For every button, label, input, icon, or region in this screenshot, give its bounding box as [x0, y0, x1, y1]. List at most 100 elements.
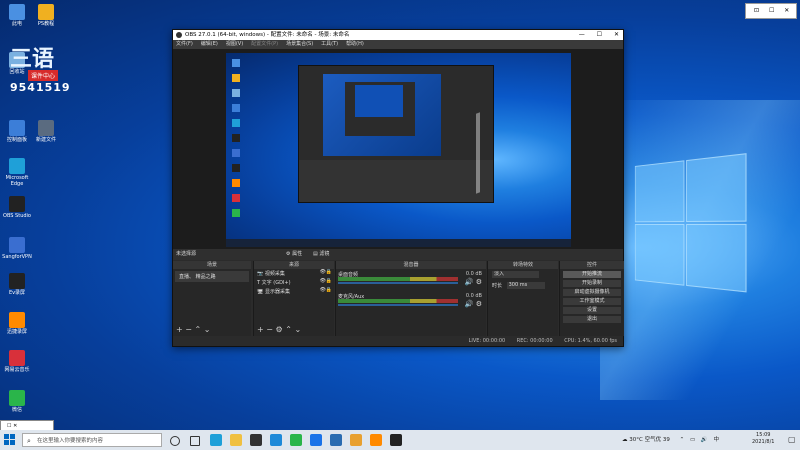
mixer-title: 混音器	[336, 261, 486, 269]
app-icon	[9, 390, 25, 406]
desktop-icon[interactable]: SangforVPN	[0, 237, 34, 260]
app-icon[interactable]	[370, 434, 382, 446]
tray-chevron-icon[interactable]: ⌃	[680, 437, 685, 443]
app-icon[interactable]	[330, 434, 342, 446]
gear-icon[interactable]: ⚙	[276, 325, 283, 334]
properties-label: 属性	[292, 251, 303, 257]
add-icon[interactable]: +	[257, 325, 264, 334]
browser-icon[interactable]	[270, 434, 282, 446]
desktop-icon[interactable]: OBS Studio	[0, 196, 34, 219]
store-icon[interactable]	[250, 434, 262, 446]
control-button[interactable]: 退出	[563, 316, 621, 323]
no-source-label: 未选择源	[176, 251, 197, 257]
add-icon[interactable]: +	[176, 325, 183, 334]
remove-icon[interactable]: −	[185, 325, 192, 334]
menu-item[interactable]: 文件(F)	[176, 41, 193, 47]
mini-window-controls[interactable]: ⊡ ☐ ✕	[745, 3, 797, 19]
volume-slider[interactable]	[338, 282, 458, 284]
desktop-icon[interactable]: 微信	[0, 390, 34, 413]
obs-logo-icon	[176, 32, 182, 38]
menu-item[interactable]: 帮助(H)	[346, 41, 364, 47]
clock-date: 2021/8/1	[752, 439, 775, 445]
app-icon[interactable]	[310, 434, 322, 446]
source-name: 显示器采集	[264, 289, 290, 295]
control-button[interactable]: 开始推流	[563, 271, 621, 278]
lock-icon[interactable]: 🔒	[326, 287, 332, 293]
network-icon[interactable]: ▭	[690, 437, 695, 443]
maximize-icon[interactable]: ☐	[769, 7, 774, 14]
minimize-icon[interactable]: —	[579, 31, 585, 38]
task-view-icon[interactable]	[190, 436, 200, 446]
small-window-controls[interactable]: ☐ ✕	[7, 423, 17, 429]
app-icon[interactable]	[350, 434, 362, 446]
menu-item[interactable]: 配置文件(P)	[251, 41, 278, 47]
close-icon[interactable]: ✕	[784, 7, 789, 14]
menu-item[interactable]: 工具(T)	[321, 41, 338, 47]
clock[interactable]: 15:09 2021/8/1	[752, 432, 774, 446]
app-icon	[38, 4, 54, 20]
taskbar-search-input[interactable]: ⌕ 在这里输入你要搜索的内容	[22, 433, 162, 447]
desktop-icon[interactable]: PS教程	[29, 4, 63, 27]
filters-button[interactable]: ▤ 滤镜	[313, 249, 329, 260]
down-icon[interactable]: ⌄	[294, 325, 301, 334]
sources-title: 来源	[254, 261, 334, 269]
menu-item[interactable]: 编辑(E)	[201, 41, 218, 47]
notifications-icon[interactable]: ▢	[788, 435, 796, 444]
control-button[interactable]: 开始录制	[563, 280, 621, 287]
obs-icon[interactable]	[390, 434, 402, 446]
desktop-icon[interactable]: 迅捷录屏	[0, 312, 34, 335]
desktop-icon-label: 迅捷录屏	[6, 329, 27, 335]
cortana-icon[interactable]	[170, 436, 180, 446]
control-button[interactable]: 启动虚拟摄像机	[563, 289, 621, 296]
edge-icon[interactable]	[210, 434, 222, 446]
explorer-icon[interactable]	[230, 434, 242, 446]
transition-select[interactable]: 淡入	[492, 271, 539, 278]
mini-desktop-icons	[232, 59, 242, 217]
preview-canvas[interactable]	[226, 53, 571, 247]
nested-preview	[323, 74, 441, 156]
up-icon[interactable]: ⌃	[195, 325, 202, 334]
start-button[interactable]	[4, 434, 16, 446]
lock-icon[interactable]: 🔒	[326, 269, 332, 275]
properties-button[interactable]: ⚙ 属性	[286, 249, 302, 260]
control-button[interactable]: 设置	[563, 307, 621, 314]
maximize-icon[interactable]: ☐	[597, 31, 602, 38]
desktop-icon[interactable]: Ev录屏	[0, 273, 34, 296]
weather-icon[interactable]: ☁	[622, 437, 628, 443]
volume-icon[interactable]: 🔊	[701, 437, 708, 443]
cpu-status: CPU: 1.4%, 60.00 fps	[564, 338, 617, 344]
sources-dock: 来源 📷 视频采集 👁 🔒 T 文字 (GDI+) 👁 🔒 🖥 显示器采集 👁 🔒 + − ⚙ …	[253, 261, 334, 336]
duration-label: 时长	[492, 283, 503, 289]
obs-preview-area[interactable]	[173, 49, 623, 249]
app-icon	[9, 273, 25, 289]
close-icon[interactable]: ✕	[614, 31, 619, 38]
rec-status: REC: 00:00:00	[516, 338, 553, 344]
source-item[interactable]: T 文字 (GDI+) 👁 🔒	[254, 278, 334, 287]
source-item[interactable]: 📷 视频采集 👁 🔒	[254, 269, 334, 278]
obs-window[interactable]: OBS 27.0.1 (64-bit, windows) - 配置文件: 未命名…	[172, 29, 624, 347]
remove-icon[interactable]: −	[266, 325, 273, 334]
weather-text[interactable]: 30°C 空气优 39	[629, 437, 670, 443]
wechat-icon[interactable]	[290, 434, 302, 446]
up-icon[interactable]: ⌃	[285, 325, 292, 334]
taskbar: ⌕ 在这里输入你要搜索的内容 ☁ 30°C 空气优 39 ⌃ ▭ 🔊 中 15:…	[0, 430, 800, 450]
desktop-icon[interactable]: 新建文件	[29, 120, 63, 143]
control-button[interactable]: 工作室模式	[563, 298, 621, 305]
restore-icon[interactable]: ⊡	[754, 7, 759, 14]
duration-input[interactable]: 300 ms	[506, 282, 545, 289]
menu-item[interactable]: 场景集合(S)	[286, 41, 313, 47]
desktop-icon[interactable]: Microsoft Edge	[0, 158, 34, 187]
input-language[interactable]: 中	[714, 437, 720, 443]
mute-icon[interactable]: 🔊 ⚙	[465, 278, 482, 286]
scene-item[interactable]: 直播、 精品之路	[175, 271, 249, 282]
menu-item[interactable]: 视图(V)	[226, 41, 243, 47]
mini-desktop-icon	[232, 104, 240, 112]
obs-title: OBS 27.0.1 (64-bit, windows) - 配置文件: 未命名…	[185, 32, 350, 38]
volume-slider[interactable]	[338, 304, 458, 306]
down-icon[interactable]: ⌄	[204, 325, 211, 334]
lock-icon[interactable]: 🔒	[326, 278, 332, 284]
source-item[interactable]: 🖥 显示器采集 👁 🔒	[254, 287, 334, 296]
mute-icon[interactable]: 🔊 ⚙	[465, 300, 482, 308]
desktop-icon[interactable]: 网易云音乐	[0, 350, 34, 373]
obs-titlebar[interactable]: OBS 27.0.1 (64-bit, windows) - 配置文件: 未命名…	[173, 30, 623, 40]
